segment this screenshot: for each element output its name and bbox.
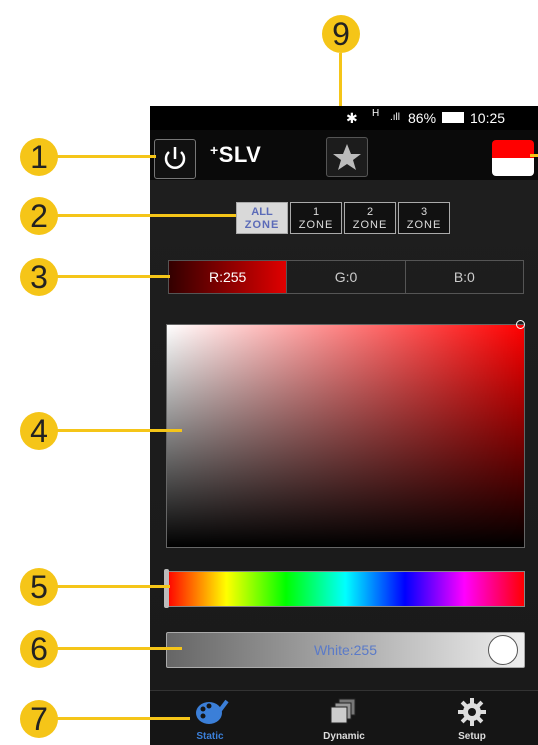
status-bar: ✱ H .ıll 86% 10:25 — [150, 106, 538, 130]
zone-1-button[interactable]: 1 ZONE — [290, 202, 342, 234]
tab-setup[interactable]: Setup — [412, 691, 532, 745]
callout-4-line — [56, 429, 182, 432]
bluetooth-icon: ✱ — [346, 110, 358, 126]
clock: 10:25 — [470, 110, 506, 126]
power-button[interactable] — [154, 139, 196, 179]
rgb-readout: R:255 G:0 B:0 — [168, 260, 524, 294]
favorite-button[interactable] — [326, 137, 368, 177]
callout-1: 1 — [20, 138, 58, 176]
tab-dynamic[interactable]: Dynamic — [284, 691, 404, 745]
callout-9: 9 — [322, 15, 360, 53]
callout-1-line — [56, 155, 156, 158]
callout-5: 5 — [20, 568, 58, 606]
phone-screen: ✱ H .ıll 86% 10:25 +SLV ALL ZONE 1 ZONE 2Z… — [150, 106, 538, 745]
white-slider-label: White:255 — [313, 642, 378, 658]
palette-icon — [196, 699, 229, 724]
zone-2-button[interactable]: 2 ZONE — [344, 202, 396, 234]
power-icon — [164, 147, 186, 169]
color-picker-area[interactable] — [166, 324, 525, 548]
callout-2-line — [56, 214, 236, 217]
tab-bar: Static Dynamic Setup — [150, 690, 538, 745]
callout-8-line — [530, 154, 538, 157]
callout-2: 2 — [20, 197, 58, 235]
callout-5-line — [56, 585, 170, 588]
white-slider[interactable]: White:255 — [166, 632, 525, 668]
callout-3: 3 — [20, 258, 58, 296]
stacked-squares-icon — [330, 698, 356, 724]
hue-slider[interactable] — [166, 571, 525, 607]
signal-bars-icon: .ıll — [390, 112, 400, 123]
zone-selector: ALL ZONE 1 ZONE 2 ZONE 3 ZONE — [236, 202, 452, 236]
callout-6: 6 — [20, 630, 58, 668]
hue-slider-handle[interactable] — [164, 569, 169, 608]
battery-icon — [442, 112, 464, 123]
slv-logo: +SLV — [210, 142, 262, 167]
callout-7: 7 — [20, 700, 58, 738]
gear-icon — [458, 698, 486, 726]
callout-6-line — [56, 647, 182, 650]
battery-percent: 86% — [408, 110, 437, 126]
zone-3-button[interactable]: 3 ZONE — [398, 202, 450, 234]
color-picker-handle[interactable] — [516, 320, 525, 329]
blue-value[interactable]: B:0 — [406, 261, 523, 293]
callout-7-line — [56, 717, 190, 720]
zone-all-button[interactable]: ALL ZONE — [236, 202, 288, 234]
star-icon — [333, 144, 361, 170]
callout-3-line — [56, 275, 170, 278]
current-color-swatch[interactable] — [492, 140, 534, 176]
white-slider-knob[interactable] — [488, 635, 518, 665]
red-value[interactable]: R:255 — [169, 261, 288, 293]
green-value[interactable]: G:0 — [287, 261, 406, 293]
callout-4: 4 — [20, 412, 58, 450]
signal-type: H — [372, 108, 380, 119]
